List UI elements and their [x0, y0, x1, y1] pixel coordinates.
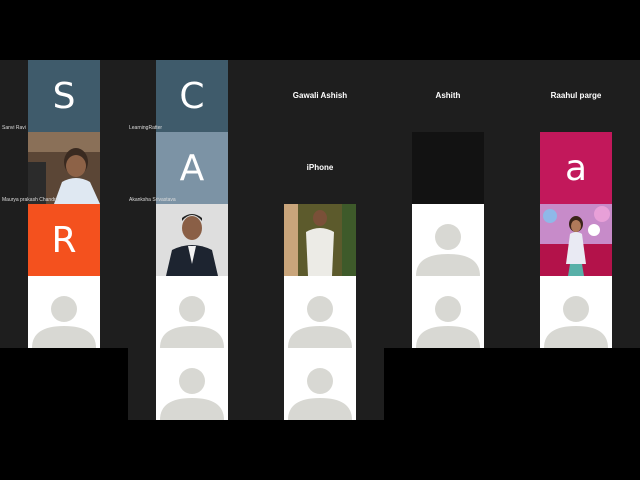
participant-name-gawali-ashish: Gawali Ashish: [292, 91, 348, 100]
participant-tile-akanksha[interactable]: A: [156, 132, 228, 204]
participant-tile-raahul-parge[interactable]: a: [540, 132, 612, 204]
default-avatar-icon: [288, 296, 352, 348]
participant-tile-no-video[interactable]: [284, 348, 356, 420]
default-avatar-icon: [544, 296, 608, 348]
default-avatar-icon: [416, 224, 480, 276]
participant-tile-maurya[interactable]: [28, 132, 100, 204]
participant-video-suit: [156, 204, 228, 276]
participant-tile-suit[interactable]: [156, 204, 228, 276]
participant-tile-no-video[interactable]: [412, 204, 484, 276]
participant-name-learningratter: LearningRatter: [129, 125, 163, 131]
participant-name-raahul-parge: Raahul parge: [550, 91, 602, 100]
participant-tile-ashith[interactable]: [412, 132, 484, 204]
participant-tile-no-video[interactable]: [412, 276, 484, 348]
participant-tile-no-video[interactable]: [284, 276, 356, 348]
default-avatar-icon: [160, 296, 224, 348]
participant-name-sanvi-ravi: Sanvi Ravi: [2, 125, 26, 131]
participant-video-party: [540, 204, 612, 276]
participant-tile-party[interactable]: [540, 204, 612, 276]
participant-tile-no-video[interactable]: [28, 276, 100, 348]
participant-tile-no-video[interactable]: [156, 276, 228, 348]
default-avatar-icon: [160, 368, 224, 420]
participant-tile-no-video[interactable]: [540, 276, 612, 348]
default-avatar-icon: [416, 296, 480, 348]
participant-name-ashith: Ashith: [435, 91, 461, 100]
participant-name-iphone: iPhone: [306, 163, 334, 172]
participant-video-iphone: [284, 204, 356, 276]
participant-name-maurya: Maurya prakash Chandra: [2, 197, 59, 203]
participant-tile-learningratter[interactable]: C: [156, 60, 228, 132]
participant-name-akanksha: Akanksha Srivastava: [129, 197, 176, 203]
participant-tile-r[interactable]: R: [28, 204, 100, 276]
participant-tile-no-video[interactable]: [156, 348, 228, 420]
default-avatar-icon: [288, 368, 352, 420]
participant-video-maurya: [28, 132, 100, 204]
participant-tile-sanvi-ravi[interactable]: S: [28, 60, 100, 132]
default-avatar-icon: [32, 296, 96, 348]
participant-tile-iphone[interactable]: [284, 204, 356, 276]
